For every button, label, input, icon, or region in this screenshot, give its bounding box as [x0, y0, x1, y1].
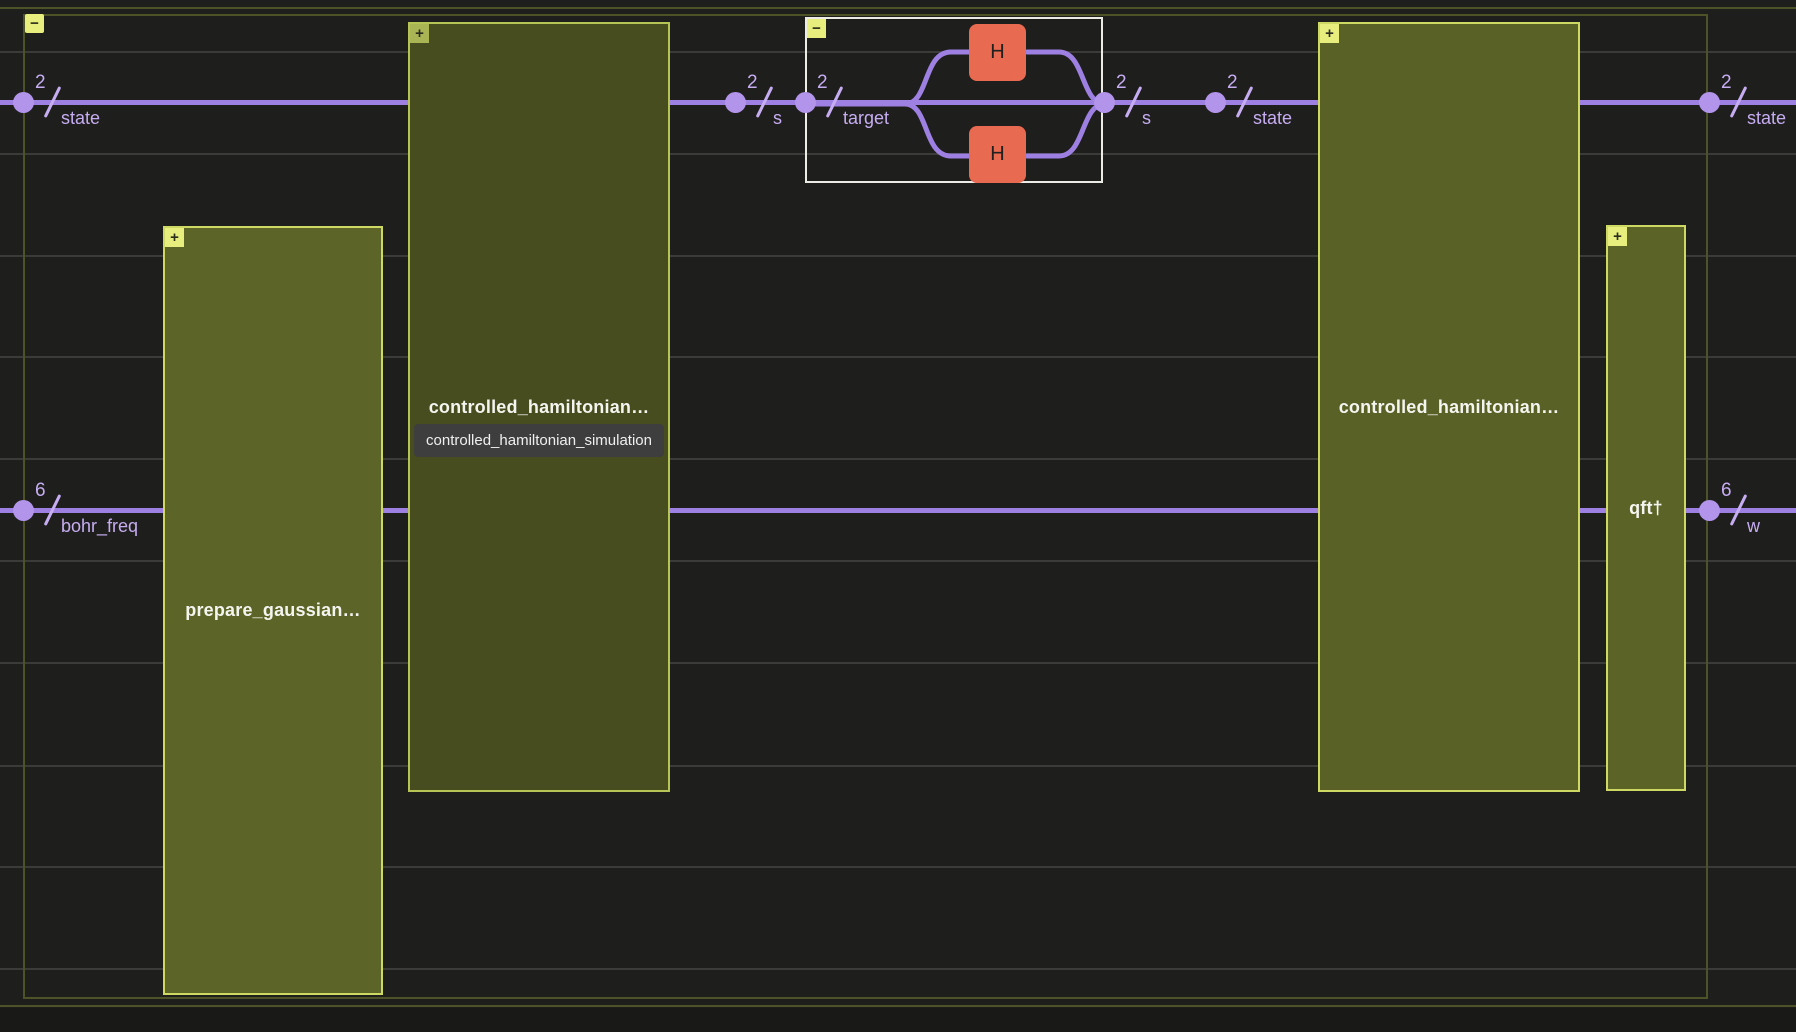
wire-size-label: 6	[1721, 480, 1732, 501]
wire-port-label: s	[1142, 108, 1151, 128]
wire-port-label: target	[843, 108, 890, 128]
hover-tooltip: controlled_hamiltonian_simulation	[414, 424, 664, 457]
expand-qft-dagger-button[interactable]: +	[1608, 227, 1627, 246]
collapse-hadamard-group-button[interactable]: −	[807, 19, 826, 38]
wire-port-dot[interactable]	[1698, 499, 1720, 521]
circuit-canvas: − + prepare_gaussian… + controlled_hamil…	[0, 0, 1796, 1032]
collapse-main-button[interactable]: −	[25, 14, 44, 33]
expand-controlled-hamiltonian-2-button[interactable]: +	[1320, 24, 1339, 43]
box-title: qft†	[1629, 497, 1663, 518]
wire-port-dot[interactable]	[1698, 91, 1720, 113]
wire-size-label: 2	[1116, 72, 1127, 93]
wire-size-label: 2	[817, 72, 828, 93]
box-controlled-hamiltonian-1[interactable]: + controlled_hamiltonian…	[408, 22, 670, 792]
box-prepare-gaussian[interactable]: + prepare_gaussian…	[163, 226, 383, 995]
frame-top-line	[0, 7, 1796, 9]
wire-size-label: 2	[35, 72, 46, 93]
box-title: controlled_hamiltonian…	[1338, 396, 1560, 417]
wire-size-label: 2	[1227, 72, 1238, 93]
wire-port-dot[interactable]	[724, 91, 746, 113]
wire-size-label: 2	[1721, 72, 1732, 93]
wire-size-label: 6	[35, 480, 46, 501]
wire-port-dot[interactable]	[1204, 91, 1226, 113]
wire-port-label: state	[61, 108, 101, 128]
expand-prepare-gaussian-button[interactable]: +	[165, 228, 184, 247]
wire-branch-graphic	[807, 49, 1105, 159]
box-hadamard-group-expanded[interactable]: − H H	[805, 17, 1105, 183]
box-title: prepare_gaussian…	[185, 600, 361, 620]
wire-port-label: bohr_freq	[61, 516, 139, 536]
box-title: controlled_hamiltonian…	[428, 396, 650, 417]
wire-port-label: w	[1747, 516, 1760, 536]
wire-port-label: s	[773, 108, 782, 128]
expand-controlled-hamiltonian-1-button[interactable]: +	[410, 24, 429, 43]
box-controlled-hamiltonian-2[interactable]: + controlled_hamiltonian…	[1318, 22, 1580, 792]
wire-port-dot[interactable]	[794, 91, 816, 113]
frame-bottom-line	[0, 1005, 1796, 1007]
wire-port-dot[interactable]	[1093, 91, 1115, 113]
bottom-strip	[0, 1008, 1796, 1032]
wire-size-label: 2	[747, 72, 758, 93]
wire-port-dot[interactable]	[12, 499, 34, 521]
wire-port-label: state	[1747, 108, 1787, 128]
gate-h[interactable]: H	[969, 126, 1026, 183]
box-qft-dagger[interactable]: + qft†	[1606, 225, 1686, 791]
gate-h[interactable]: H	[969, 24, 1026, 81]
wire-port-dot[interactable]	[12, 91, 34, 113]
wire-port-label: state	[1253, 108, 1293, 128]
